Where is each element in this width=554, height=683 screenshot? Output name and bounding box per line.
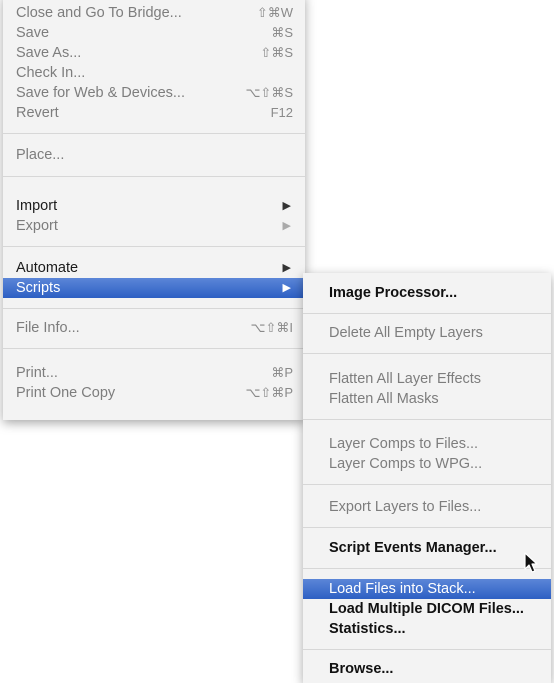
menu-item-close-and-go-to-bridge[interactable]: Close and Go To Bridge... ⇧⌘W (3, 3, 305, 23)
menu-separator (303, 568, 551, 569)
menu-item-scripts[interactable]: Scripts ▶ (3, 278, 305, 298)
menu-item-label: Layer Comps to WPG... (329, 456, 483, 472)
menu-item-label: Export (16, 218, 58, 234)
menu-item-import[interactable]: Import ▶ (3, 196, 305, 216)
submenu-item-flatten-layer-effects[interactable]: Flatten All Layer Effects (303, 369, 551, 389)
menu-item-label: Delete All Empty Layers (329, 325, 483, 341)
menu-item-label: Statistics... (329, 621, 406, 637)
menu-item-shortcut: ⌥⇧⌘S (245, 85, 293, 100)
menu-item-label: Flatten All Masks (329, 391, 439, 407)
menu-item-save-as[interactable]: Save As... ⇧⌘S (3, 43, 305, 63)
menu-item-save-for-web[interactable]: Save for Web & Devices... ⌥⇧⌘S (3, 83, 305, 103)
menu-item-place[interactable]: Place... (3, 145, 305, 165)
submenu-item-script-events-manager[interactable]: Script Events Manager... (303, 538, 551, 558)
submenu-arrow-icon: ▶ (282, 282, 291, 294)
menu-item-label: Revert (16, 105, 59, 121)
menu-item-automate[interactable]: Automate ▶ (3, 258, 305, 278)
menu-item-shortcut: ⌥⇧⌘P (245, 385, 293, 400)
menu-separator (303, 484, 551, 485)
submenu-arrow-icon: ▶ (282, 220, 291, 232)
submenu-item-load-multiple-dicom[interactable]: Load Multiple DICOM Files... (303, 599, 551, 619)
menu-item-label: Save for Web & Devices... (16, 85, 185, 101)
file-menu: Close and Go To Bridge... ⇧⌘W Save ⌘S Sa… (3, 0, 305, 420)
menu-item-print[interactable]: Print... ⌘P (3, 363, 305, 383)
menu-separator (3, 246, 305, 247)
menu-item-shortcut: ⌘P (271, 365, 293, 380)
submenu-item-delete-empty-layers[interactable]: Delete All Empty Layers (303, 323, 551, 343)
menu-separator (3, 176, 305, 177)
scripts-submenu: Image Processor... Delete All Empty Laye… (303, 273, 551, 683)
menu-item-shortcut: ⇧⌘W (256, 5, 293, 20)
menu-item-label: Load Files into Stack... (329, 581, 476, 597)
menu-item-label: Browse... (329, 661, 394, 677)
menu-item-label: Script Events Manager... (329, 540, 497, 556)
menu-item-label: Save (16, 25, 50, 41)
submenu-item-image-processor[interactable]: Image Processor... (303, 283, 551, 303)
menu-item-shortcut: ⌥⇧⌘I (250, 320, 294, 335)
menu-item-label: Automate (16, 260, 79, 276)
menu-separator (303, 527, 551, 528)
menu-item-label: File Info... (16, 320, 80, 336)
submenu-item-statistics[interactable]: Statistics... (303, 619, 551, 639)
submenu-item-layer-comps-to-wpg[interactable]: Layer Comps to WPG... (303, 454, 551, 474)
menu-item-label: Save As... (16, 45, 82, 61)
menu-item-revert[interactable]: Revert F12 (3, 103, 305, 123)
submenu-item-layer-comps-to-files[interactable]: Layer Comps to Files... (303, 434, 551, 454)
menu-item-label: Print... (16, 365, 58, 381)
menu-separator (303, 419, 551, 420)
menu-item-label: Export Layers to Files... (329, 499, 482, 515)
menu-item-file-info[interactable]: File Info... ⌥⇧⌘I (3, 318, 305, 338)
menu-separator (303, 649, 551, 650)
menu-item-label: Layer Comps to Files... (329, 436, 479, 452)
menu-item-check-in[interactable]: Check In... (3, 63, 305, 83)
menu-separator (3, 348, 305, 349)
menu-item-save[interactable]: Save ⌘S (3, 23, 305, 43)
menu-item-label: Print One Copy (16, 385, 116, 401)
menu-item-label: Flatten All Layer Effects (329, 371, 482, 387)
submenu-arrow-icon: ▶ (282, 262, 291, 274)
submenu-item-load-files-into-stack[interactable]: Load Files into Stack... (303, 579, 551, 599)
menu-item-label: Image Processor... (329, 285, 458, 301)
menu-separator (3, 133, 305, 134)
submenu-item-export-layers-to-files[interactable]: Export Layers to Files... (303, 497, 551, 517)
menu-item-label: Scripts (16, 280, 61, 296)
menu-item-label: Import (16, 198, 58, 214)
menu-item-label: Check In... (16, 65, 86, 81)
submenu-arrow-icon: ▶ (282, 200, 291, 212)
menu-item-label: Close and Go To Bridge... (16, 5, 182, 21)
menu-item-shortcut: ⌘S (271, 25, 293, 40)
menu-item-print-one-copy[interactable]: Print One Copy ⌥⇧⌘P (3, 383, 305, 403)
mouse-pointer-icon (524, 552, 538, 573)
menu-item-shortcut: ⇧⌘S (260, 45, 293, 60)
submenu-item-flatten-masks[interactable]: Flatten All Masks (303, 389, 551, 409)
menu-separator (3, 308, 305, 309)
menu-item-shortcut: F12 (270, 105, 293, 120)
menu-separator (303, 353, 551, 354)
menu-item-label: Load Multiple DICOM Files... (329, 601, 524, 617)
menu-item-label: Place... (16, 147, 65, 163)
menu-separator (303, 313, 551, 314)
submenu-item-browse[interactable]: Browse... (303, 659, 551, 679)
menu-item-export[interactable]: Export ▶ (3, 216, 305, 236)
